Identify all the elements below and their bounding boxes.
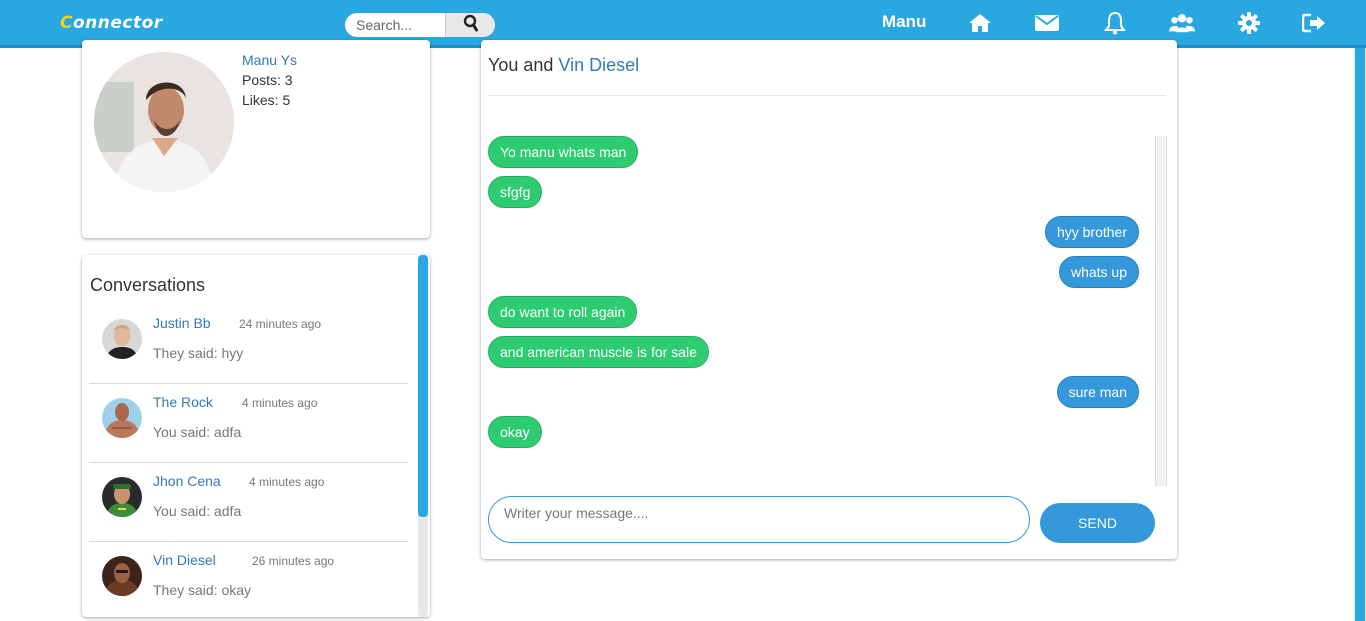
chat-header: You and Vin Diesel bbox=[488, 55, 639, 76]
page-scrollbar-thumb[interactable] bbox=[1355, 48, 1365, 621]
search-input[interactable] bbox=[345, 13, 445, 37]
conversation-item[interactable]: The Rock 4 minutes ago You said: adfa bbox=[89, 384, 408, 463]
profile-avatar[interactable] bbox=[94, 52, 234, 192]
send-button[interactable]: SEND bbox=[1040, 503, 1155, 543]
bell-icon[interactable] bbox=[1102, 10, 1128, 36]
contact-avatar bbox=[102, 319, 142, 359]
last-message: You said: adfa bbox=[153, 503, 242, 519]
contact-avatar bbox=[102, 477, 142, 517]
envelope-icon[interactable] bbox=[1034, 10, 1060, 36]
last-message: You said: adfa bbox=[153, 424, 242, 440]
last-message: They said: hyy bbox=[153, 345, 244, 361]
conversations-scrollbar[interactable] bbox=[418, 255, 428, 617]
gear-icon[interactable] bbox=[1236, 10, 1262, 36]
contact-name[interactable]: Vin Diesel bbox=[153, 552, 216, 568]
incoming-message: and american muscle is for sale bbox=[488, 336, 709, 368]
chat-partner-name[interactable]: Vin Diesel bbox=[558, 55, 639, 75]
conversations-scrollbar-thumb[interactable] bbox=[418, 255, 428, 517]
search-box bbox=[345, 13, 495, 37]
outgoing-message: hyy brother bbox=[1044, 216, 1139, 248]
message-time: 4 minutes ago bbox=[242, 396, 318, 410]
current-user-name[interactable]: Manu bbox=[882, 12, 926, 32]
outgoing-message: sure man bbox=[1056, 376, 1139, 408]
search-icon bbox=[463, 14, 479, 37]
contact-name[interactable]: The Rock bbox=[153, 394, 213, 410]
conversation-item[interactable]: Jhon Cena 4 minutes ago You said: adfa bbox=[89, 463, 408, 542]
chat-header-divider bbox=[488, 95, 1166, 96]
message-time: 26 minutes ago bbox=[252, 554, 335, 568]
profile-posts-count: Posts: 3 bbox=[242, 72, 293, 88]
message-time: 4 minutes ago bbox=[249, 475, 325, 489]
conversation-item[interactable]: Vin Diesel 26 minutes ago They said: oka… bbox=[89, 542, 408, 617]
outgoing-message: whats up bbox=[1058, 256, 1139, 288]
app-logo[interactable]: Connector bbox=[60, 13, 163, 33]
sign-out-icon[interactable] bbox=[1301, 10, 1327, 36]
contact-name[interactable]: Jhon Cena bbox=[153, 473, 221, 489]
conversations-title: Conversations bbox=[90, 275, 206, 295]
conversations-panel: Conversations Justin Bb 24 minutes ago T… bbox=[82, 255, 430, 617]
contact-name[interactable]: Justin Bb bbox=[153, 315, 211, 331]
profile-name[interactable]: Manu Ys bbox=[242, 52, 297, 68]
message-input[interactable] bbox=[488, 496, 1030, 543]
conversation-item[interactable]: Justin Bb 24 minutes ago They said: hyy bbox=[89, 305, 408, 384]
users-icon[interactable] bbox=[1169, 10, 1195, 36]
incoming-message: do want to roll again bbox=[488, 296, 638, 328]
incoming-message: sfgfg bbox=[488, 176, 543, 208]
profile-likes-count: Likes: 5 bbox=[242, 92, 291, 108]
chat-panel: You and Vin Diesel Yo manu whats man sfg… bbox=[481, 40, 1177, 559]
messages-scrollbar[interactable] bbox=[1155, 136, 1167, 486]
profile-card: Manu Ys Posts: 3 Likes: 5 bbox=[82, 40, 430, 238]
contact-avatar bbox=[102, 556, 142, 596]
search-button[interactable] bbox=[445, 13, 495, 37]
chat-header-prefix: You and bbox=[488, 55, 559, 75]
incoming-message: okay bbox=[488, 416, 542, 448]
incoming-message: Yo manu whats man bbox=[488, 136, 639, 168]
contact-avatar bbox=[102, 398, 142, 438]
message-time: 24 minutes ago bbox=[239, 317, 322, 331]
last-message: They said: okay bbox=[153, 582, 252, 598]
home-icon[interactable] bbox=[967, 10, 993, 36]
page-scrollbar[interactable] bbox=[1354, 48, 1366, 621]
